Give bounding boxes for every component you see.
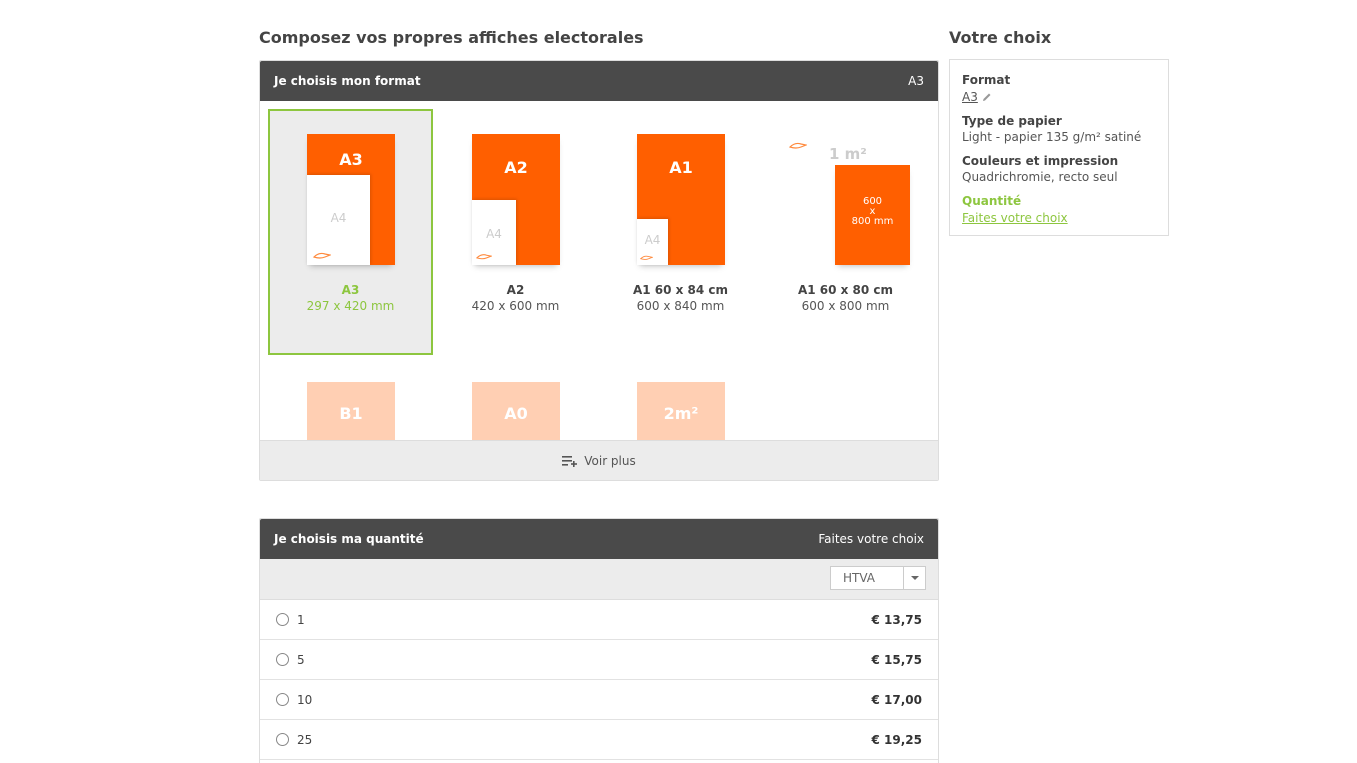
format-name: A1 60 x 80 cm	[797, 283, 894, 297]
poster-preview-600x800: 600 x 800 mm	[835, 165, 910, 265]
format-name: A2	[506, 283, 525, 297]
format-option-a2[interactable]: A2 A4 A2 420 x 600 mm	[433, 109, 598, 355]
quantity-value: 10	[297, 692, 313, 707]
poster-label: 2m²	[663, 404, 699, 423]
poster-preview-a1: A1 A4	[637, 134, 725, 265]
quantity-value: 1	[297, 612, 305, 627]
quantity-row[interactable]: 5 € 15,75	[260, 640, 938, 680]
a4-label: A4	[486, 227, 502, 241]
summary-paper-value: Light - papier 135 g/m² satiné	[962, 130, 1142, 144]
format-grid: A3 A4 A3 297 x 420 mm A2 A4 A2 420 x 600…	[260, 101, 938, 441]
quantity-value: 25	[297, 732, 313, 747]
quantity-panel-header[interactable]: Je choisis ma quantité Faites votre choi…	[260, 519, 938, 559]
summary-title: Votre choix	[949, 28, 1052, 47]
poster-label: A2	[504, 158, 528, 177]
quantity-price: € 17,00	[871, 692, 922, 707]
poster-preview-a3: A3 A4	[307, 134, 395, 265]
a4-label: A4	[644, 233, 661, 247]
quantity-radio[interactable]	[276, 653, 289, 666]
quantity-row[interactable]: 10 € 17,00	[260, 680, 938, 720]
quantity-panel-value: Faites votre choix	[818, 532, 924, 546]
voir-plus-button[interactable]: Voir plus	[260, 440, 938, 480]
format-option-2m2[interactable]: 2m²	[637, 382, 725, 441]
voir-plus-label: Voir plus	[584, 453, 636, 468]
format-option-a3[interactable]: A3 A4 A3 297 x 420 mm	[268, 109, 433, 355]
summary-box: Format A3 Type de papier Light - papier …	[949, 59, 1169, 236]
poster-label: A3	[339, 150, 363, 169]
summary-format-label: Format	[962, 73, 1011, 87]
chevron-down-icon	[903, 567, 925, 589]
page-title: Composez vos propres affiches electorale…	[259, 28, 644, 47]
quantity-row[interactable]: 25 € 19,25	[260, 720, 938, 760]
format-option-a0[interactable]: A0	[472, 382, 560, 441]
quantity-price: € 13,75	[871, 612, 922, 627]
summary-colors-label: Couleurs et impression	[962, 154, 1119, 168]
summary-format-link[interactable]: A3	[962, 89, 992, 105]
poster-dim-height: 800 mm	[851, 216, 894, 227]
quantity-radio[interactable]	[276, 733, 289, 746]
format-name: A3	[341, 283, 360, 297]
poster-label: A1	[669, 158, 693, 177]
format-size: 297 x 420 mm	[306, 299, 395, 313]
quantity-radio[interactable]	[276, 693, 289, 706]
hand-icon	[313, 252, 331, 259]
area-label: 1 m²	[829, 145, 867, 163]
poster-label: A0	[504, 404, 528, 423]
summary-paper-label: Type de papier	[962, 114, 1062, 128]
format-option-a1-60x84[interactable]: A1 A4 A1 60 x 84 cm 600 x 840 mm	[598, 109, 763, 355]
playlist-add-icon	[562, 455, 578, 467]
format-size: 420 x 600 mm	[471, 299, 560, 313]
quantity-price: € 15,75	[871, 652, 922, 667]
a4-label: A4	[330, 211, 347, 225]
poster-preview-a2: A2 A4	[472, 134, 560, 265]
summary-colors-value: Quadrichromie, recto seul	[962, 170, 1118, 184]
quantity-row[interactable]: 1 € 13,75	[260, 600, 938, 640]
summary-quantity-label: Quantité	[962, 194, 1022, 208]
pencil-icon	[982, 93, 991, 101]
tax-select-value: HTVA	[843, 571, 876, 585]
format-option-a1-60x80[interactable]: 1 m² 600 x 800 mm A1 60 x 80 cm 600 x 80…	[763, 109, 928, 355]
summary-format-value: A3	[962, 90, 978, 104]
hand-icon	[789, 142, 807, 149]
poster-label: B1	[339, 404, 363, 423]
format-size: 600 x 840 mm	[636, 299, 725, 313]
format-panel: Je choisis mon format A3 A3 A4 A3 297 x …	[259, 60, 939, 481]
quantity-toolbar: HTVA	[260, 559, 938, 600]
tax-select[interactable]: HTVA	[830, 566, 926, 590]
quantity-value: 5	[297, 652, 305, 667]
quantity-radio[interactable]	[276, 613, 289, 626]
format-panel-header[interactable]: Je choisis mon format A3	[260, 61, 938, 101]
hand-icon	[640, 255, 653, 260]
quantity-panel: Je choisis ma quantité Faites votre choi…	[259, 518, 939, 763]
format-option-b1[interactable]: B1	[307, 382, 395, 441]
format-panel-title: Je choisis mon format	[274, 74, 421, 88]
format-name: A1 60 x 84 cm	[632, 283, 729, 297]
selected-format-value: A3	[908, 74, 924, 88]
summary-quantity-link[interactable]: Faites votre choix	[962, 210, 1068, 226]
format-size: 600 x 800 mm	[801, 299, 890, 313]
quantity-price: € 19,25	[871, 732, 922, 747]
quantity-panel-title: Je choisis ma quantité	[274, 532, 424, 546]
hand-icon	[476, 254, 492, 260]
